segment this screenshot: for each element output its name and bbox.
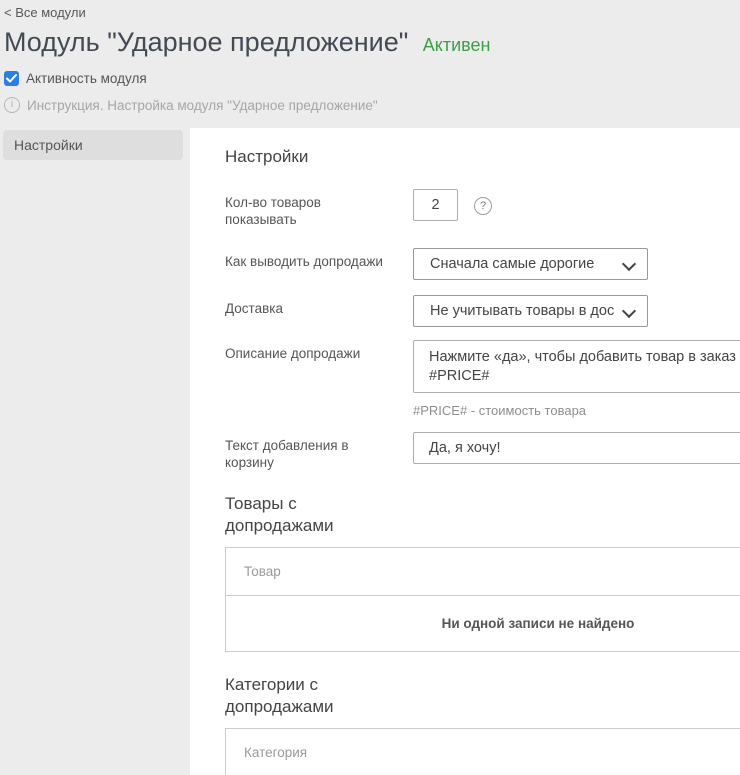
question-icon[interactable]: ?	[474, 197, 492, 215]
delivery-field-label: Доставка	[225, 295, 385, 327]
categories-table-header: Категория	[226, 729, 740, 775]
delivery-field: Доставка Не учитывать товары в дос	[225, 295, 740, 327]
sidebar-item-settings[interactable]: Настройки	[3, 130, 183, 160]
module-settings-page: < Все модули Модуль "Ударное предложение…	[0, 0, 740, 775]
page-title: Модуль "Ударное предложение"	[4, 27, 408, 57]
description-field: Описание допродажи Нажмите «да», чтобы д…	[225, 340, 740, 418]
products-table-empty-row: Ни одной записи не найдено	[226, 596, 740, 651]
description-textarea[interactable]: Нажмите «да», чтобы добавить товар в зак…	[413, 340, 740, 393]
delivery-select[interactable]: Не учитывать товары в дос	[413, 295, 648, 327]
sidebar: Настройки	[0, 128, 190, 775]
description-field-label: Описание допродажи	[225, 340, 385, 418]
order-field-label: Как выводить допродажи	[225, 248, 385, 280]
qty-field: Кол-во товаров показывать ?	[225, 189, 740, 228]
instruction-link[interactable]: i Инструкция. Настройка модуля "Ударное …	[4, 97, 730, 113]
status-badge: Активен	[423, 35, 491, 55]
cart-text-input[interactable]	[413, 432, 740, 464]
breadcrumb[interactable]: < Все модули	[4, 5, 86, 20]
products-table: Товар Ни одной записи не найдено	[225, 547, 740, 652]
checkmark-icon	[6, 74, 17, 83]
info-icon: i	[4, 97, 20, 113]
products-table-header: Товар	[226, 548, 740, 596]
chevron-down-icon	[622, 304, 636, 318]
page-header: < Все модули Модуль "Ударное предложение…	[0, 0, 740, 128]
order-select[interactable]: Сначала самые дорогие	[413, 248, 648, 280]
activity-checkbox-label: Активность модуля	[26, 71, 147, 86]
products-section-heading: Товары с допродажами	[225, 493, 385, 537]
order-field: Как выводить допродажи Сначала самые дор…	[225, 248, 740, 280]
qty-input[interactable]	[413, 189, 458, 221]
activity-checkbox[interactable]	[4, 71, 19, 86]
delivery-select-value: Не учитывать товары в дос	[430, 303, 614, 319]
chevron-down-icon	[622, 257, 636, 271]
qty-field-label: Кол-во товаров показывать	[225, 189, 385, 228]
categories-section-heading: Категории с допродажами	[225, 674, 385, 718]
instruction-text: Инструкция. Настройка модуля "Ударное пр…	[27, 98, 378, 113]
main-content: Настройки Кол-во товаров показывать ? Ка…	[190, 128, 740, 775]
cart-text-field-label: Текст добавления в корзину	[225, 432, 385, 471]
order-select-value: Сначала самые дорогие	[430, 256, 594, 272]
price-placeholder-hint: #PRICE# - стоимость товара	[413, 403, 740, 418]
cart-text-field: Текст добавления в корзину	[225, 432, 740, 471]
categories-table: Категория	[225, 728, 740, 775]
settings-heading: Настройки	[225, 147, 740, 167]
